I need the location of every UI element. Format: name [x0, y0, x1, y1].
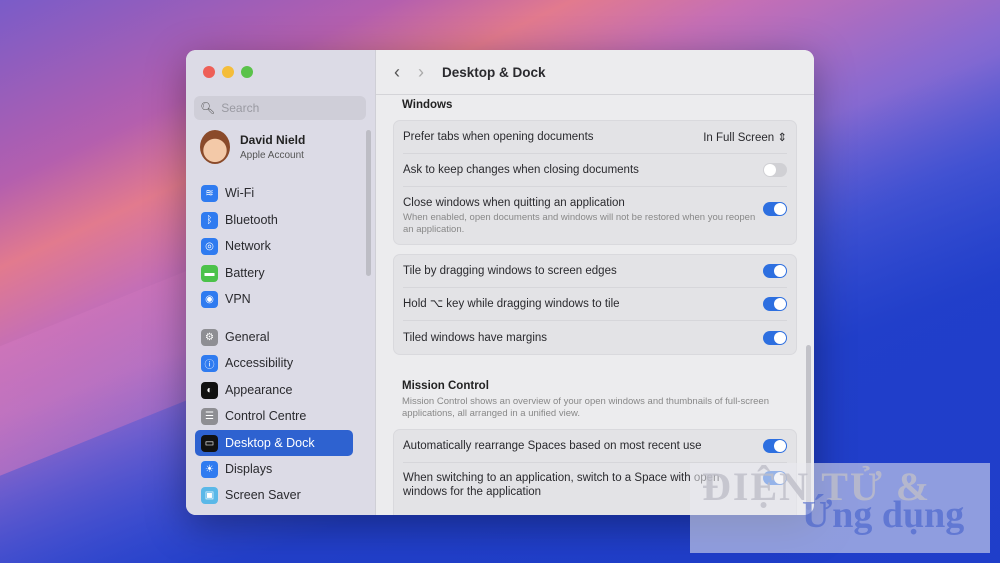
section-title-mission-control: Mission Control — [402, 380, 489, 392]
control-centre-icon: ☰ — [201, 407, 218, 425]
gear-icon: ⚙ — [201, 328, 218, 346]
sidebar-item-general[interactable]: ⚙ General — [195, 324, 353, 350]
section-title-windows: Windows — [402, 99, 453, 111]
close-windows-description: When enabled, open documents and windows… — [403, 211, 756, 235]
sidebar-item-label: Bluetooth — [225, 213, 278, 227]
hold-option-toggle[interactable] — [763, 297, 787, 311]
sidebar-item-label: VPN — [225, 292, 251, 306]
prefer-tabs-row: Prefer tabs when opening documents In Fu… — [403, 121, 787, 154]
zoom-button[interactable] — [241, 66, 253, 78]
screensaver-icon: ▣ — [201, 486, 218, 504]
minimize-button[interactable] — [222, 66, 234, 78]
sidebar-item-appearance[interactable]: ◐ Appearance — [195, 377, 353, 403]
close-button[interactable] — [203, 66, 215, 78]
tiling-group: Tile by dragging windows to screen edges… — [393, 254, 797, 355]
sidebar-item-displays[interactable]: ☀ Displays — [195, 456, 353, 482]
prefer-tabs-value: In Full Screen — [703, 132, 775, 144]
sidebar-item-label: Control Centre — [225, 409, 307, 423]
sidebar-item-vpn[interactable]: ◉ VPN — [195, 286, 353, 312]
account-item[interactable]: David Nield Apple Account — [200, 130, 305, 164]
sun-icon: ☀ — [201, 460, 218, 478]
ask-keep-changes-label: Ask to keep changes when closing documen… — [403, 164, 639, 176]
watermark-logo: ĐIỆN TỬ & Ứng dụng — [690, 463, 990, 553]
sidebar-item-label: Wi-Fi — [225, 186, 255, 200]
tile-drag-row: Tile by dragging windows to screen edges — [403, 255, 787, 288]
vpn-icon: ◉ — [201, 290, 218, 308]
globe-icon: ◎ — [201, 237, 218, 255]
avatar — [200, 130, 230, 164]
prefer-tabs-label: Prefer tabs when opening documents — [403, 131, 594, 143]
settings-window: 🔍︎ Search David Nield Apple Account ≋ Wi-… — [186, 50, 814, 515]
auto-rearrange-label: Automatically rearrange Spaces based on … — [403, 440, 702, 452]
accessibility-icon: ⓘ — [201, 354, 218, 372]
sidebar-item-label: Screen Saver — [225, 488, 301, 502]
appearance-icon: ◐ — [201, 381, 218, 399]
sidebar-item-wi-fi[interactable]: ≋ Wi-Fi — [195, 180, 353, 206]
sidebar-item-battery[interactable]: ▬ Battery — [195, 260, 353, 286]
forward-button[interactable]: › — [418, 62, 424, 83]
updown-chevron-icon: ⇕ — [777, 132, 787, 144]
hold-option-row: Hold ⌥ key while dragging windows to til… — [403, 288, 787, 321]
prefer-tabs-select[interactable]: In Full Screen ⇕ — [703, 130, 787, 144]
ask-keep-changes-row: Ask to keep changes when closing documen… — [403, 154, 787, 187]
search-icon: 🔍︎ — [200, 101, 216, 115]
sidebar-scrollbar[interactable] — [366, 130, 371, 276]
mission-control-description: Mission Control shows an overview of you… — [402, 396, 769, 419]
close-windows-row: Close windows when quitting an applicati… — [403, 187, 787, 244]
sidebar-item-network[interactable]: ◎ Network — [195, 233, 353, 259]
sidebar-item-label: General — [225, 330, 270, 344]
sidebar-item-label: Network — [225, 239, 271, 253]
auto-rearrange-toggle[interactable] — [763, 439, 787, 453]
tile-drag-label: Tile by dragging windows to screen edges — [403, 265, 617, 277]
tiled-margins-label: Tiled windows have margins — [403, 331, 548, 344]
account-name: David Nield — [240, 133, 306, 147]
bluetooth-icon: ᛒ — [201, 211, 218, 229]
windows-group: Prefer tabs when opening documents In Fu… — [393, 120, 797, 245]
sidebar-item-bluetooth[interactable]: ᛒ Bluetooth — [195, 207, 353, 233]
sidebar-item-label: Accessibility — [225, 356, 294, 370]
tiled-margins-row: Tiled windows have margins — [403, 321, 787, 354]
sidebar-item-desktop-dock[interactable]: ▭ Desktop & Dock — [195, 430, 353, 456]
close-windows-toggle[interactable] — [763, 201, 787, 216]
back-button[interactable]: ‹ — [394, 62, 400, 83]
tile-drag-toggle[interactable] — [763, 264, 787, 278]
sidebar-item-screen-saver[interactable]: ▣ Screen Saver — [195, 482, 353, 508]
tiled-margins-toggle[interactable] — [763, 330, 787, 345]
close-windows-label: Close windows when quitting an applicati… — [403, 196, 625, 209]
sidebar-item-label: Displays — [225, 462, 273, 476]
account-subtitle: Apple Account — [240, 150, 304, 161]
watermark-line2: Ứng dụng — [802, 494, 965, 536]
wifi-icon: ≋ — [201, 184, 218, 202]
auto-rearrange-row: Automatically rearrange Spaces based on … — [403, 430, 787, 463]
sidebar-item-label: Desktop & Dock — [225, 436, 315, 450]
page-title: Desktop & Dock — [442, 64, 546, 80]
traffic-lights — [203, 66, 253, 78]
sidebar-item-accessibility[interactable]: ⓘ Accessibility — [195, 350, 353, 376]
search-placeholder: Search — [221, 101, 260, 115]
settings-content: Windows Prefer tabs when opening documen… — [376, 96, 814, 515]
search-input[interactable]: 🔍︎ Search — [194, 96, 366, 120]
hold-option-label: Hold ⌥ key while dragging windows to til… — [403, 298, 620, 310]
sidebar-item-label: Battery — [225, 266, 265, 280]
dock-icon: ▭ — [201, 434, 218, 452]
sidebar-item-control-centre[interactable]: ☰ Control Centre — [195, 403, 353, 429]
sidebar-item-label: Appearance — [225, 383, 293, 397]
toolbar: ‹ › Desktop & Dock — [376, 50, 814, 95]
sidebar: 🔍︎ Search David Nield Apple Account ≋ Wi-… — [186, 50, 376, 515]
battery-icon: ▬ — [201, 264, 218, 282]
ask-keep-changes-toggle[interactable] — [763, 163, 787, 177]
